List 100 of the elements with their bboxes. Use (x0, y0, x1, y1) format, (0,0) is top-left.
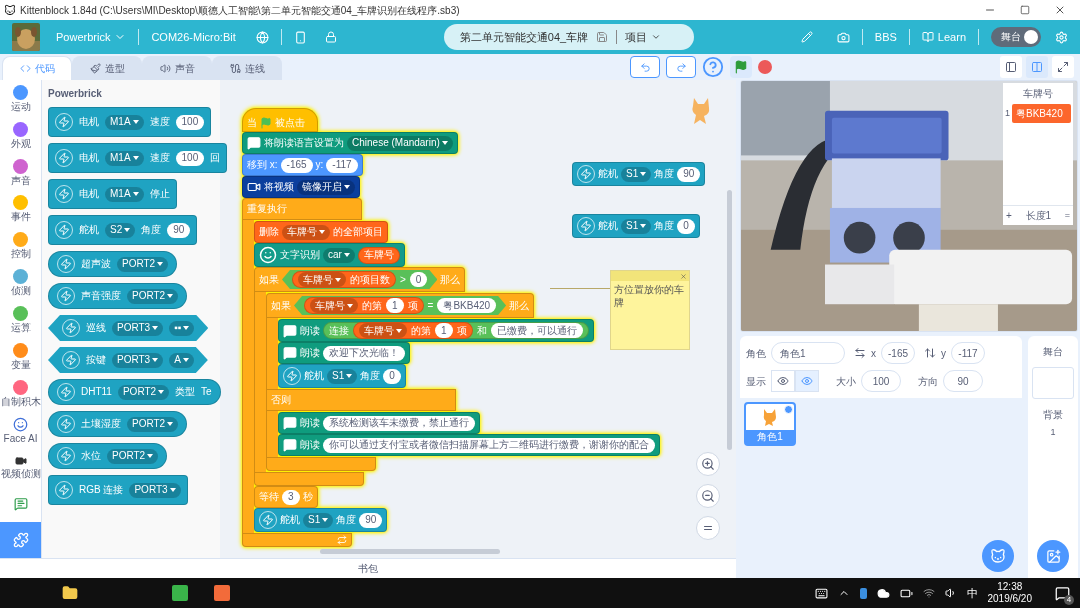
dropdown-field[interactable]: S1 (303, 512, 334, 528)
project-menu[interactable]: 项目 (625, 28, 662, 46)
zoom-out-button[interactable] (696, 484, 720, 508)
input-field[interactable]: 100 (175, 114, 205, 130)
category-label[interactable]: 声音 (10, 175, 31, 186)
input-field[interactable]: 90 (359, 512, 383, 528)
category-label[interactable]: Face AI (3, 433, 38, 444)
dropdown-field[interactable]: Chinese (Mandarin) (347, 135, 453, 151)
input-field[interactable]: 90 (167, 222, 191, 238)
editor-tab[interactable]: 连线 (212, 56, 282, 80)
dropdown-field[interactable]: S1 (621, 166, 652, 182)
notification-button[interactable]: 4 (1052, 583, 1072, 603)
extension-button[interactable] (0, 522, 41, 558)
dropdown-field[interactable]: PORT3 (129, 482, 181, 498)
code-block[interactable]: 将视频 镜像开启 (242, 176, 360, 198)
dropdown-field[interactable]: 车牌号 (298, 272, 346, 287)
lock-icon[interactable] (324, 31, 337, 43)
zoom-reset-button[interactable] (696, 516, 720, 540)
editor-tab[interactable]: 声音 (142, 56, 212, 80)
help-icon[interactable] (702, 56, 724, 78)
close-icon[interactable] (1054, 4, 1066, 16)
reporter-block[interactable]: 车牌号 的第 1 项 (353, 322, 473, 339)
delete-badge-icon[interactable] (784, 405, 793, 414)
pencil-icon[interactable] (800, 31, 813, 43)
dropdown-field[interactable]: M1A (105, 186, 144, 202)
stage-toggle[interactable]: 舞台 (991, 27, 1041, 47)
camera-icon[interactable] (836, 30, 850, 44)
input-field[interactable]: 0 (383, 368, 401, 384)
stage[interactable]: 车牌号 1 粤BKB420 + 长度1 = (740, 80, 1078, 332)
dropdown-field[interactable]: S2 (105, 222, 136, 238)
input-field[interactable]: 0 (677, 218, 695, 234)
code-block[interactable]: 舵机 S2 角度 90 (48, 215, 198, 245)
category-label[interactable]: 自制积木 (0, 396, 41, 407)
dropdown-field[interactable]: PORT3 (112, 352, 164, 368)
category-label[interactable]: 事件 (10, 212, 31, 223)
dropdown-field[interactable]: M1A (105, 114, 144, 130)
code-block[interactable]: 电机 M1A 速度 100 (48, 107, 212, 137)
ime-indicator[interactable]: 中 (966, 584, 978, 602)
dropdown-field[interactable]: ▪▪ (169, 320, 195, 336)
project-title[interactable]: 第二单元智能交通04_车牌 (459, 28, 589, 46)
globe-icon[interactable] (255, 30, 269, 44)
condition-block[interactable]: 按键 PORT3 A (48, 347, 208, 373)
category-label[interactable]: 侦测 (10, 286, 31, 297)
reporter-block[interactable]: 水位 PORT2 (48, 443, 168, 469)
reporter-block[interactable]: 超声波 PORT2 (48, 251, 178, 277)
input-field[interactable]: 已缴费，可以通行 (490, 323, 583, 338)
clock-time[interactable]: 12:38 (997, 582, 1023, 592)
dropdown-field[interactable]: PORT2 (117, 384, 170, 400)
reporter-block[interactable]: 车牌号 的第 1 项 (304, 297, 424, 314)
device-icon[interactable] (293, 30, 307, 44)
editor-tab[interactable]: 造型 (72, 56, 142, 80)
code-block[interactable]: 朗读 连接 车牌号 的第 1 项 和 已缴费，可以通行 (278, 319, 594, 342)
code-block[interactable]: 舵机 S1 角度 90 (572, 162, 706, 186)
usb-icon[interactable] (859, 587, 867, 599)
code-block[interactable]: 等待 3 秒 (254, 486, 318, 508)
dropdown-field[interactable]: M1A (105, 150, 144, 166)
wifi-icon[interactable] (922, 587, 935, 599)
input-field[interactable]: 粤BKB420 (437, 298, 497, 313)
run-flag-button[interactable] (730, 56, 752, 78)
input-field[interactable]: 你可以通过支付宝或者微信扫描屏幕上方二维码进行缴费，谢谢你的配合 (323, 437, 655, 453)
input-field[interactable]: 90 (677, 166, 701, 182)
code-block[interactable]: 舵机 S1 角度 0 (278, 364, 406, 388)
input-field[interactable]: -165 (280, 157, 313, 173)
code-block[interactable]: 朗读 欢迎下次光临！ (278, 342, 410, 364)
reporter-block[interactable]: 土壤湿度 PORT2 (48, 411, 188, 437)
code-block[interactable]: 舵机 S1 角度 90 (254, 508, 388, 532)
code-block[interactable]: 删除 车牌号 的全部项目 (254, 221, 388, 243)
volume-icon[interactable] (944, 587, 957, 599)
settings-icon[interactable] (1055, 30, 1068, 44)
input-field[interactable]: -117 (326, 157, 358, 173)
dropdown-field[interactable]: car (323, 247, 355, 263)
code-block[interactable]: 朗读 你可以通过支付宝或者微信扫描屏幕上方二维码进行缴费，谢谢你的配合 (278, 434, 660, 456)
category-label[interactable]: 运动 (10, 101, 31, 112)
dropdown-field[interactable]: S1 (327, 368, 358, 384)
dropdown-field[interactable]: PORT2 (127, 416, 179, 432)
input-field[interactable]: 欢迎下次光临！ (323, 345, 405, 361)
code-block[interactable]: 将朗读语言设置为 Chinese (Mandarin) (242, 132, 458, 154)
reporter-block[interactable]: DHT11 PORT2 类型 Te (48, 379, 221, 405)
show-button[interactable] (771, 370, 795, 392)
c-block-top[interactable]: 如果 车牌号 的项目数 > 0 那么 (254, 267, 466, 292)
dropdown-field[interactable]: A (169, 352, 194, 368)
category-label[interactable]: 变量 (10, 359, 31, 370)
condition-block[interactable]: 巡线 PORT3 ▪▪ (48, 315, 209, 341)
category-label[interactable]: 控制 (10, 249, 31, 260)
small-stage-button[interactable] (1000, 56, 1022, 78)
dropdown-field[interactable]: PORT2 (107, 448, 159, 464)
stop-button[interactable] (758, 60, 772, 74)
input-field[interactable]: 系统检测该车未缴费，禁止通行 (323, 415, 475, 431)
zoom-in-button[interactable] (696, 452, 720, 476)
add-item-button[interactable]: + (1006, 208, 1012, 223)
input-field[interactable]: 1 (435, 323, 453, 338)
reporter-block[interactable]: 连接 车牌号 的第 1 项 和 已缴费，可以通行 (323, 322, 589, 339)
add-sprite-button[interactable] (982, 540, 1014, 572)
dropdown-field[interactable]: 车牌号 (282, 224, 330, 240)
scrollbar[interactable] (727, 190, 732, 450)
reporter-block[interactable]: 车牌号 的项目数 (292, 271, 396, 288)
code-block[interactable]: 移到 x: -165 y: -117 (242, 154, 363, 176)
keyboard-icon[interactable] (814, 586, 828, 600)
save-icon[interactable] (596, 31, 609, 43)
dropdown-field[interactable]: 车牌号 (359, 323, 407, 338)
